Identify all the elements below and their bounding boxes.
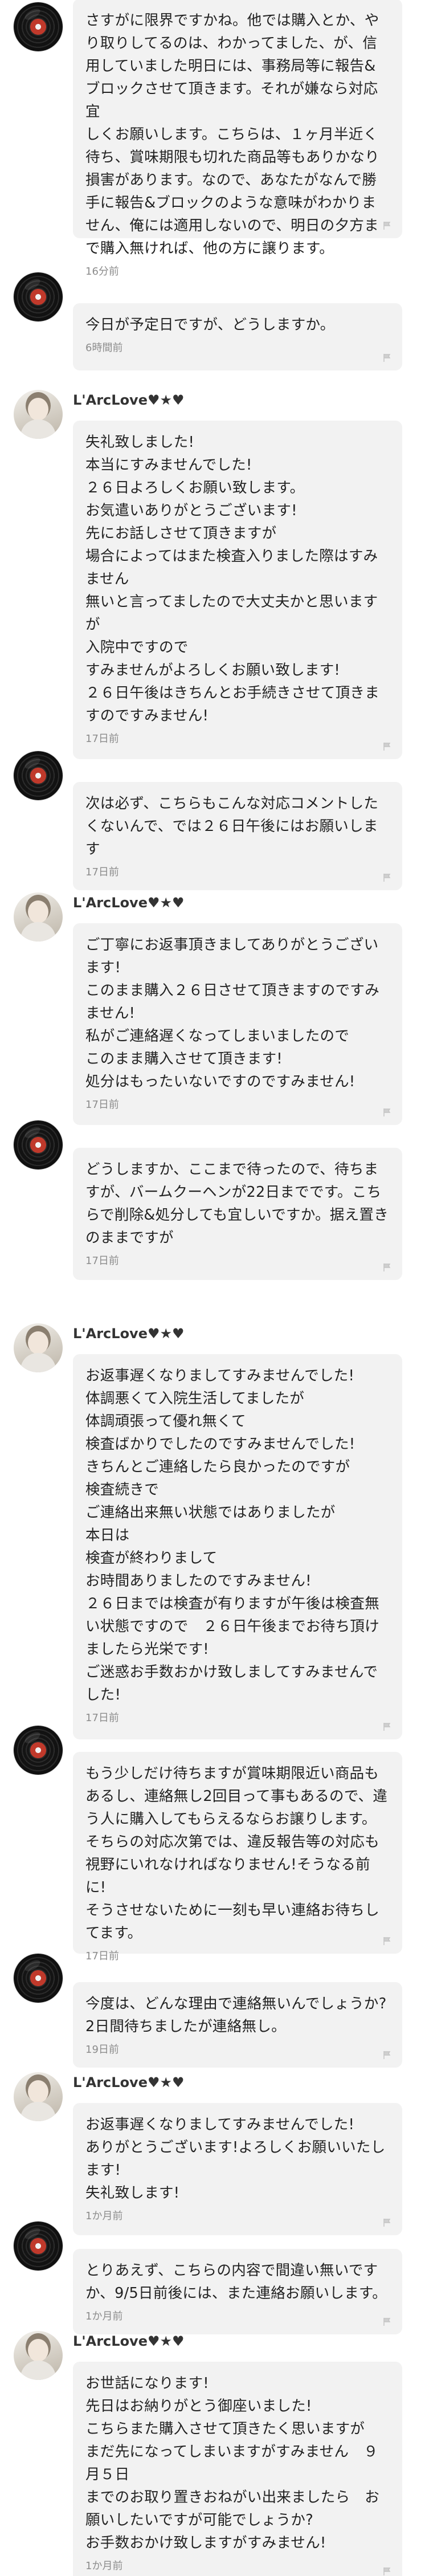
message-bubble: さすがに限界ですかね。他では購入とか、や り取りしてるのは、わかってました、が、… — [73, 0, 402, 278]
report-flag-icon[interactable] — [383, 2317, 392, 2326]
username[interactable]: L'ArcLove♥★♥ — [73, 2074, 185, 2090]
username[interactable]: L'ArcLove♥★♥ — [73, 1326, 185, 1342]
message-text: もう少しだけ待ちますが賞味期限近い商品も あるし、連絡無し2回目って事もあるので… — [85, 1765, 388, 1942]
message-bubble: 今度は、どんな理由で連絡無いんでしょうか? 2日間待ちましたが連絡無し。 19日… — [73, 1982, 402, 2068]
report-flag-icon[interactable] — [383, 1108, 392, 1117]
message-text: ご丁寧にお返事頂きましてありがとうござい ます! このまま購入２６日させて頂きま… — [85, 936, 380, 1090]
user-photo-avatar-icon[interactable] — [14, 2331, 63, 2380]
user-photo-avatar-icon[interactable] — [14, 1323, 63, 1372]
report-flag-icon[interactable] — [383, 2567, 392, 2576]
username[interactable]: L'ArcLove♥★♥ — [73, 392, 185, 408]
username[interactable]: L'ArcLove♥★♥ — [73, 895, 185, 911]
message-time: 19日前 — [85, 2044, 119, 2056]
report-flag-icon[interactable] — [383, 742, 392, 751]
user-photo-avatar-icon[interactable] — [14, 2072, 63, 2121]
report-flag-icon[interactable] — [383, 221, 392, 230]
message-bubble: 失礼致しました! 本当にすみませんでした! ２６日よろしくお願い致します。 お気… — [73, 421, 402, 759]
message-time: 17日前 — [85, 1099, 119, 1111]
vinyl-record-avatar-icon[interactable] — [14, 751, 63, 800]
message-time: 1か月前 — [85, 2560, 123, 2572]
user-photo-avatar-icon[interactable] — [14, 390, 63, 439]
message-text: さすがに限界ですかね。他では購入とか、や り取りしてるのは、わかってました、が、… — [85, 12, 380, 257]
report-flag-icon[interactable] — [383, 1263, 392, 1272]
vinyl-record-avatar-icon[interactable] — [14, 2222, 63, 2271]
user-photo-avatar-icon[interactable] — [14, 892, 63, 941]
report-flag-icon[interactable] — [383, 2218, 392, 2227]
report-flag-icon[interactable] — [383, 2051, 392, 2060]
message-time: 17日前 — [85, 1950, 119, 1962]
message-text: 失礼致しました! 本当にすみませんでした! ２６日よろしくお願い致します。 お気… — [85, 434, 380, 724]
report-flag-icon[interactable] — [383, 353, 392, 362]
message-text: お世話になります! 先日はお納りがとう御座いました! こちらまた購入させて頂きた… — [85, 2375, 380, 2551]
message-bubble: ご丁寧にお返事頂きましてありがとうござい ます! このまま購入２６日させて頂きま… — [73, 923, 402, 1125]
message-time: 1か月前 — [85, 2310, 123, 2322]
message-text: とりあえず、こちらの内容で間違い無いです か、9/5日前後には、また連絡お願いし… — [85, 2262, 387, 2302]
message-text: 今日が予定日ですが、どうしますか。 — [85, 316, 335, 333]
message-text: どうしますか、ここまで待ったので、待ちま すが、バームクーヘンが22日までです。… — [85, 1161, 389, 1246]
vinyl-record-avatar-icon[interactable] — [14, 1120, 63, 1169]
vinyl-record-avatar-icon[interactable] — [14, 1954, 63, 2003]
message-time: 1か月前 — [85, 2210, 123, 2222]
message-text: お返事遅くなりましてすみませんでした! ありがとうございます!よろしくお願いいた… — [85, 2116, 386, 2202]
message-bubble: お返事遅くなりましてすみませんでした! 体調悪くて入院生活してましたが 体調頑張… — [73, 1354, 402, 1739]
username[interactable]: L'ArcLove♥★♥ — [73, 2333, 185, 2349]
message-text: 次は必ず、こちらもこんな対応コメントした くないんで、では２６日午後にはお願いし… — [85, 795, 379, 858]
message-time: 17日前 — [85, 1255, 119, 1267]
report-flag-icon[interactable] — [383, 873, 392, 882]
message-bubble: お返事遅くなりましてすみませんでした! ありがとうございます!よろしくお願いいた… — [73, 2103, 402, 2235]
message-time: 17日前 — [85, 1712, 119, 1724]
message-bubble: 今日が予定日ですが、どうしますか。 6時間前 — [73, 303, 402, 370]
vinyl-record-avatar-icon[interactable] — [14, 1726, 63, 1775]
report-flag-icon[interactable] — [383, 1937, 392, 1946]
message-time: 6時間前 — [85, 342, 123, 354]
message-bubble: お世話になります! 先日はお納りがとう御座いました! こちらまた購入させて頂きた… — [73, 2362, 402, 2576]
message-bubble: 次は必ず、こちらもこんな対応コメントした くないんで、では２６日午後にはお願いし… — [73, 782, 402, 890]
report-flag-icon[interactable] — [383, 1722, 392, 1731]
message-text: 今度は、どんな理由で連絡無いんでしょうか? 2日間待ちましたが連絡無し。 — [85, 1995, 387, 2035]
vinyl-record-avatar-icon[interactable] — [14, 272, 63, 321]
message-bubble: もう少しだけ待ちますが賞味期限近い商品も あるし、連絡無し2回目って事もあるので… — [73, 1752, 402, 1962]
message-bubble: どうしますか、ここまで待ったので、待ちま すが、バームクーヘンが22日までです。… — [73, 1148, 402, 1280]
message-time: 16分前 — [85, 266, 119, 278]
vinyl-record-avatar-icon[interactable] — [14, 2, 63, 51]
message-bubble: とりあえず、こちらの内容で間違い無いです か、9/5日前後には、また連絡お願いし… — [73, 2249, 402, 2334]
message-time: 17日前 — [85, 866, 119, 878]
message-time: 17日前 — [85, 733, 119, 745]
message-text: お返事遅くなりましてすみませんでした! 体調悪くて入院生活してましたが 体調頑張… — [85, 1367, 380, 1703]
